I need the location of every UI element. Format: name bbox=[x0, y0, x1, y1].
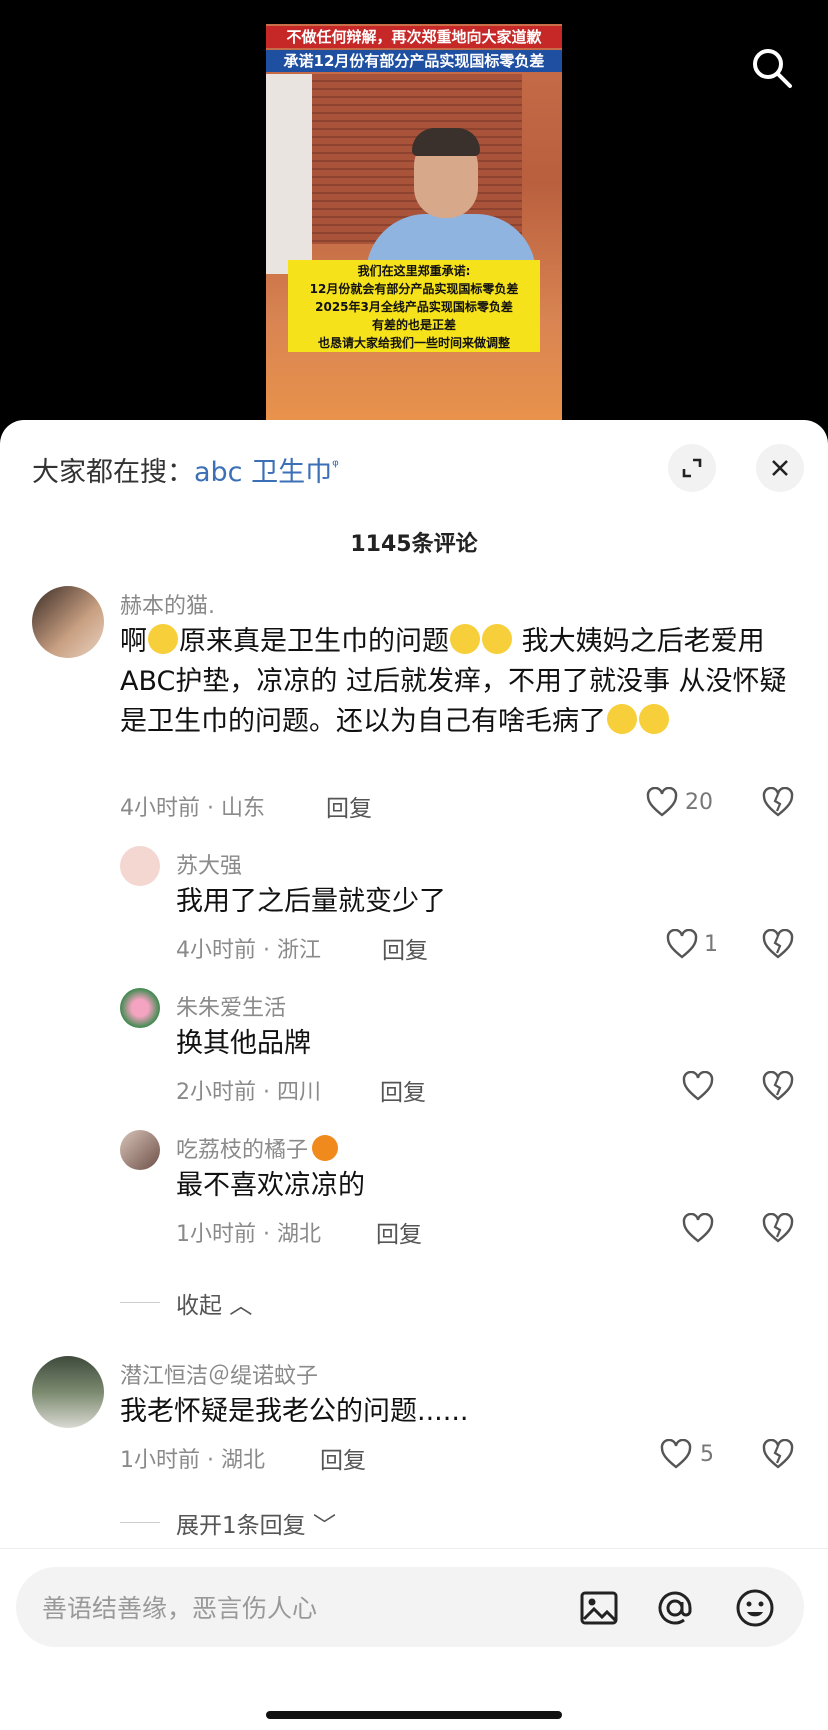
subtitle-line: 有差的也是正差 bbox=[371, 318, 456, 332]
close-icon bbox=[772, 460, 788, 476]
wall bbox=[266, 74, 312, 274]
comment-meta: 1小时前 · 湖北 bbox=[120, 1448, 265, 1473]
comment-text: 换其他品牌 bbox=[176, 1028, 311, 1059]
divider-line bbox=[120, 1522, 160, 1523]
comment-sheet: 大家都在搜：abc 卫生巾ᵠ 1145条评论 赫本的猫. 啊 原来真是卫生巾的问题… bbox=[0, 420, 828, 1729]
video-frame[interactable]: 不做任何辩解，再次郑重地向大家道歉 承诺12月份有部分产品实现国标零负差 我们在… bbox=[266, 24, 562, 420]
reply-button[interactable]: 回复 bbox=[326, 789, 372, 823]
home-indicator[interactable] bbox=[266, 1711, 562, 1719]
video-caption-top: 不做任何辩解，再次郑重地向大家道歉 bbox=[266, 26, 562, 48]
heart-icon[interactable] bbox=[682, 1070, 714, 1105]
comment-author[interactable]: 潜江恒洁＠缇诺蚊子 bbox=[120, 1358, 318, 1390]
avatar[interactable] bbox=[120, 846, 160, 886]
speaker-hair bbox=[412, 128, 480, 156]
heart-icon[interactable] bbox=[646, 786, 678, 821]
image-icon[interactable] bbox=[578, 1587, 620, 1629]
trending-keyword[interactable]: abc 卫生巾 bbox=[194, 457, 332, 488]
trending-prefix: 大家都在搜： bbox=[32, 457, 194, 488]
avatar[interactable] bbox=[32, 1356, 104, 1428]
crying-emoji-icon bbox=[482, 624, 512, 654]
expand-label: 展开1条回复 bbox=[176, 1513, 306, 1539]
expand-replies-button[interactable]: 展开1条回复 ﹀ bbox=[176, 1506, 336, 1540]
broken-heart-icon[interactable] bbox=[762, 1438, 794, 1473]
heart-icon[interactable] bbox=[660, 1438, 692, 1473]
broken-heart-icon[interactable] bbox=[762, 1070, 794, 1105]
close-button[interactable] bbox=[756, 444, 804, 492]
flushed-emoji-icon bbox=[639, 704, 669, 734]
video-caption-bottom: 承诺12月份有部分产品实现国标零负差 bbox=[266, 50, 562, 72]
reply-button[interactable]: 回复 bbox=[380, 1073, 426, 1107]
comment-meta: 2小时前 · 四川 bbox=[176, 1080, 321, 1105]
orange-emoji-icon bbox=[312, 1135, 339, 1161]
comment-text: 最不喜欢凉凉的 bbox=[176, 1170, 365, 1201]
subtitle-line: 也恳请大家给我们一些时间来做调整 bbox=[317, 336, 510, 350]
subtitle-line: 我们在这里郑重承诺: bbox=[357, 264, 471, 278]
reply-button[interactable]: 回复 bbox=[376, 1215, 422, 1249]
like-count: 5 bbox=[700, 1442, 714, 1467]
trending-search-icon: ᵠ bbox=[332, 456, 339, 475]
trending-search[interactable]: 大家都在搜：abc 卫生巾ᵠ bbox=[32, 450, 339, 489]
comment-text: 啊原来真是卫生巾的问题 我大姨妈之后老爱用ABC护垫，凉凉的 过后就发痒，不用了… bbox=[120, 622, 800, 742]
collapse-label: 收起 bbox=[176, 1293, 222, 1319]
subtitle-line: 12月份就会有部分产品实现国标零负差 bbox=[309, 282, 519, 296]
reply-button[interactable]: 回复 bbox=[320, 1441, 366, 1475]
divider-line bbox=[120, 1302, 160, 1303]
comment-author-text: 吃荔枝的橘子 bbox=[176, 1138, 309, 1163]
comment-input-bar: 善语结善缘，恶言伤人心 bbox=[0, 1548, 828, 1730]
comment-count: 1145条评论 bbox=[350, 532, 478, 557]
search-icon[interactable] bbox=[750, 46, 794, 90]
comment-text: 我用了之后量就变少了 bbox=[176, 886, 446, 917]
reply-button[interactable]: 回复 bbox=[382, 931, 428, 965]
broken-heart-icon[interactable] bbox=[762, 928, 794, 963]
like-count: 1 bbox=[704, 932, 718, 957]
comment-text-part: 原来真是卫生巾的问题 bbox=[179, 626, 449, 657]
broken-heart-icon[interactable] bbox=[762, 1212, 794, 1247]
comment-meta: 4小时前 · 浙江 bbox=[176, 938, 321, 963]
expand-button[interactable] bbox=[668, 444, 716, 492]
avatar[interactable] bbox=[32, 586, 104, 658]
comment-meta: 1小时前 · 湖北 bbox=[176, 1222, 321, 1247]
video-subtitle: 我们在这里郑重承诺: 12月份就会有部分产品实现国标零负差 2025年3月全线产… bbox=[288, 260, 540, 352]
avatar[interactable] bbox=[120, 988, 160, 1028]
comment-author[interactable]: 朱朱爱生活 bbox=[176, 990, 286, 1022]
comment-author[interactable]: 赫本的猫. bbox=[120, 588, 215, 620]
crying-emoji-icon bbox=[450, 624, 480, 654]
comment-text: 我老怀疑是我老公的问题...... bbox=[120, 1396, 469, 1427]
comment-input[interactable]: 善语结善缘，恶言伤人心 bbox=[16, 1567, 804, 1647]
avatar[interactable] bbox=[120, 1130, 160, 1170]
comment-author[interactable]: 苏大强 bbox=[176, 848, 242, 880]
chevron-down-icon: ﹀ bbox=[312, 1513, 336, 1539]
at-mention-icon[interactable] bbox=[654, 1587, 696, 1629]
comment-text-part: 啊 bbox=[120, 626, 147, 657]
expand-icon bbox=[682, 458, 702, 478]
pleading-emoji-icon bbox=[148, 624, 178, 654]
comment-meta: 4小时前 · 山东 bbox=[120, 796, 265, 821]
emoji-icon[interactable] bbox=[734, 1587, 776, 1629]
comment-author[interactable]: 吃荔枝的橘子 bbox=[176, 1132, 339, 1164]
flushed-emoji-icon bbox=[607, 704, 637, 734]
heart-icon[interactable] bbox=[682, 1212, 714, 1247]
heart-icon[interactable] bbox=[666, 928, 698, 963]
video-area: 不做任何辩解，再次郑重地向大家道歉 承诺12月份有部分产品实现国标零负差 我们在… bbox=[0, 0, 828, 430]
like-count: 20 bbox=[685, 790, 713, 815]
chevron-up-icon: ︿ bbox=[229, 1293, 253, 1319]
comment-input-placeholder: 善语结善缘，恶言伤人心 bbox=[42, 1594, 318, 1623]
broken-heart-icon[interactable] bbox=[762, 786, 794, 821]
subtitle-line: 2025年3月全线产品实现国标零负差 bbox=[315, 300, 513, 314]
collapse-replies-button[interactable]: 收起 ︿ bbox=[176, 1286, 252, 1320]
